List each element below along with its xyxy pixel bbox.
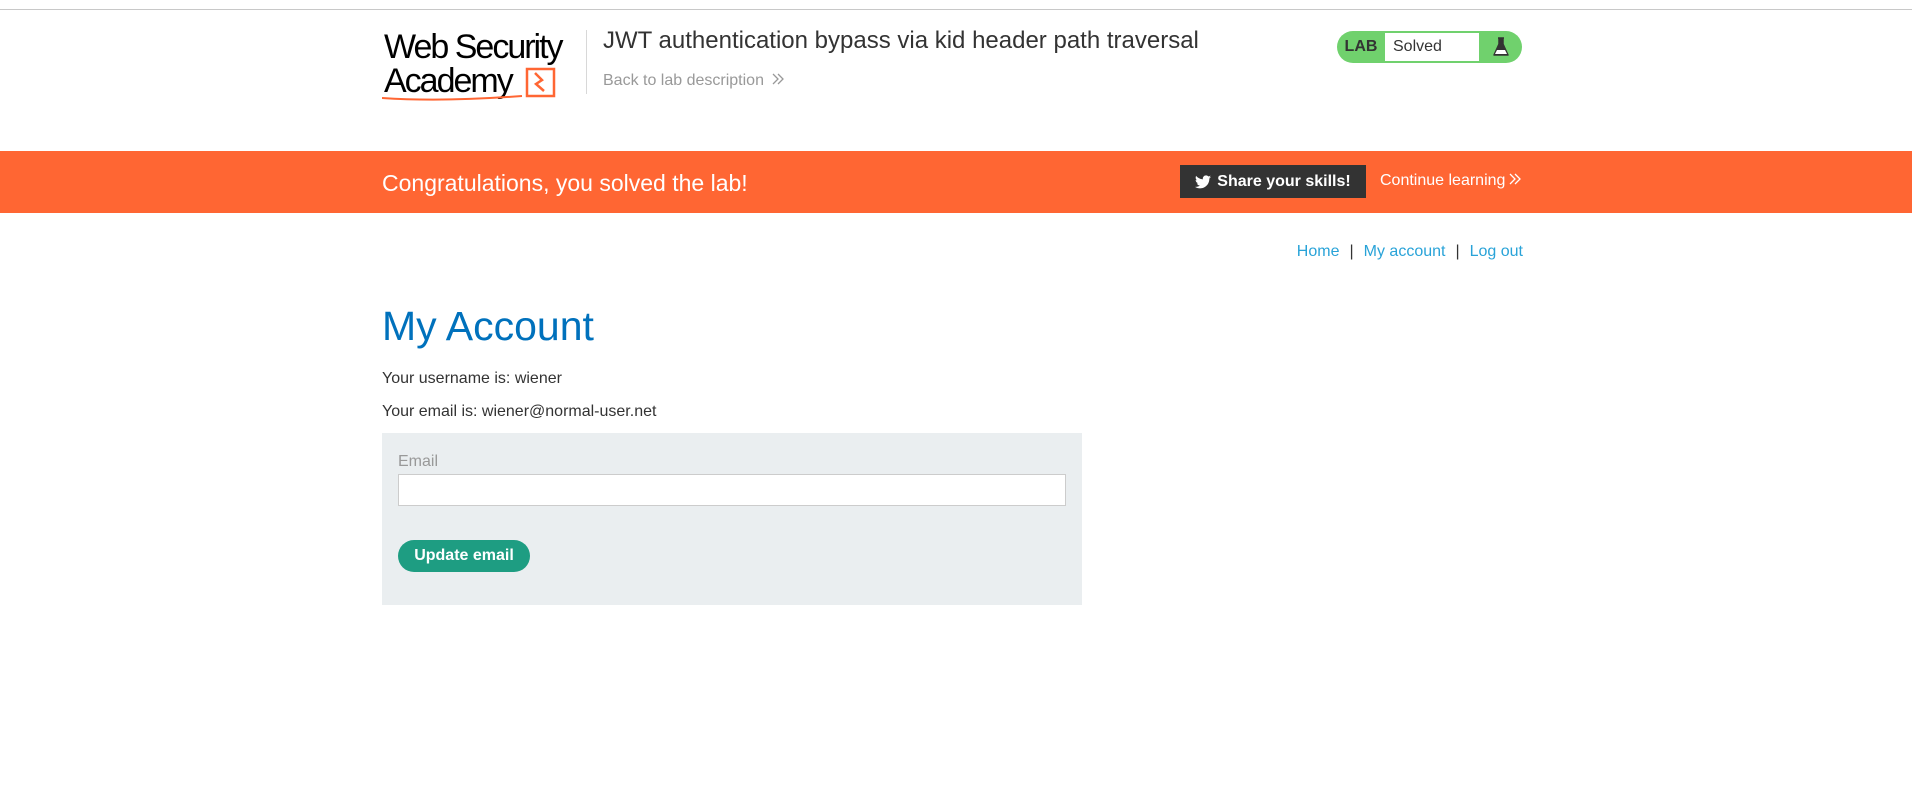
lab-status-state: Solved — [1385, 33, 1479, 61]
lab-status-label: LAB — [1344, 38, 1378, 55]
continue-learning-label: Continue learning — [1380, 172, 1506, 189]
lab-title: JWT authentication bypass via kid header… — [603, 27, 1199, 54]
double-chevron-right-icon — [1509, 172, 1522, 190]
logo-text-line2: Academy — [384, 62, 514, 100]
back-link-label: Back to lab description — [603, 72, 764, 89]
page-title: My Account — [382, 303, 594, 349]
continue-learning-link[interactable]: Continue learning — [1380, 172, 1522, 190]
username-info: Your username is: wiener — [382, 370, 562, 387]
logo-text-line1: Web Security — [384, 28, 564, 66]
header-divider — [586, 30, 587, 94]
lab-header: Web Security Academy JWT authentication … — [382, 26, 1523, 106]
lab-status-widget: LAB Solved — [1337, 31, 1522, 63]
nav-log-out-link[interactable]: Log out — [1470, 243, 1523, 260]
update-email-button[interactable]: Update email — [398, 540, 530, 572]
flask-icon — [1479, 37, 1522, 57]
browser-top-strip — [0, 0, 1912, 10]
congratulations-message: Congratulations, you solved the lab! — [382, 170, 748, 196]
change-email-form: Email Update email — [382, 433, 1082, 605]
email-field[interactable] — [398, 474, 1066, 506]
nav-separator: | — [1455, 243, 1460, 260]
back-to-lab-description-link[interactable]: Back to lab description — [603, 72, 784, 90]
web-security-academy-logo[interactable]: Web Security Academy — [382, 28, 582, 104]
email-field-label: Email — [398, 453, 439, 470]
email-info: Your email is: wiener@normal-user.net — [382, 403, 657, 420]
share-skills-label: Share your skills! — [1217, 172, 1351, 190]
nav-separator: | — [1349, 243, 1354, 260]
twitter-icon — [1195, 174, 1212, 188]
share-skills-button[interactable]: Share your skills! — [1180, 165, 1366, 198]
nav-my-account-link[interactable]: My account — [1364, 243, 1446, 260]
solved-banner: Congratulations, you solved the lab! Sha… — [0, 151, 1912, 213]
double-chevron-right-icon — [772, 72, 784, 90]
nav-home-link[interactable]: Home — [1297, 243, 1340, 260]
top-nav: Home | My account | Log out — [1150, 243, 1523, 261]
